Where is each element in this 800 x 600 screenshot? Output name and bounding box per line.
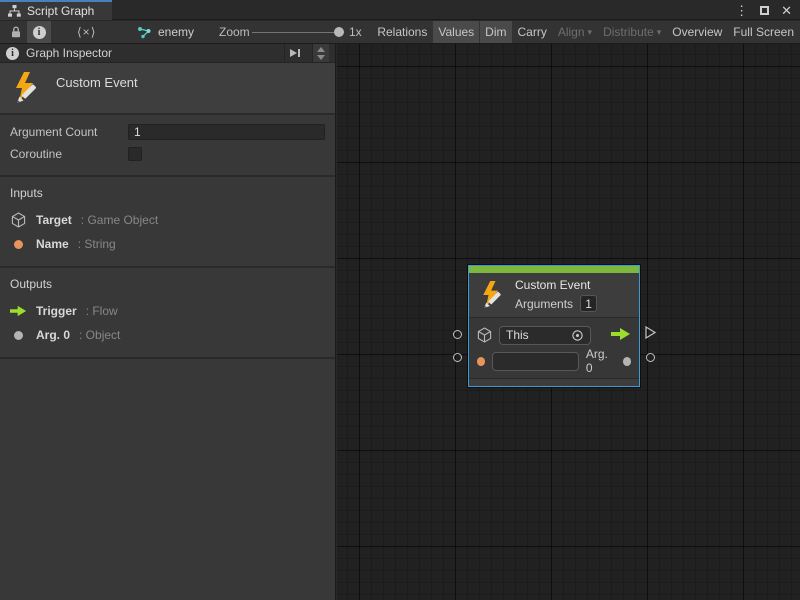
outputs-section: Outputs Trigger : Flow Arg. 0 : Object <box>0 268 335 357</box>
custom-event-node[interactable]: Custom Event Arguments 1 This <box>468 265 640 387</box>
tab-label: Script Graph <box>27 4 94 18</box>
string-dot-icon <box>10 240 27 249</box>
dim-button[interactable]: Dim <box>480 21 511 43</box>
script-graph-window: Script Graph ⋮ ✕ i ⟨×⟩ enemy <box>0 0 800 600</box>
dock-right-icon <box>289 47 301 59</box>
full-screen-button[interactable]: Full Screen <box>728 21 799 43</box>
output-port-trigger[interactable] <box>645 326 656 342</box>
node-target-row: This <box>477 325 631 345</box>
window-controls: ⋮ ✕ <box>735 0 792 20</box>
target-dropdown[interactable]: This <box>499 326 591 345</box>
coroutine-checkbox[interactable] <box>128 147 142 161</box>
flow-arrow-icon <box>611 328 631 340</box>
window-menu-icon[interactable]: ⋮ <box>735 4 748 17</box>
node-title: Custom Event <box>515 278 597 292</box>
input-port-name[interactable] <box>453 353 462 362</box>
target-value: This <box>506 328 567 342</box>
dock-side-button[interactable] <box>284 44 305 62</box>
node-accent-bar <box>469 266 639 273</box>
port-row-name: Name : String <box>10 232 325 256</box>
arguments-count-field[interactable]: 1 <box>580 295 597 312</box>
close-icon[interactable]: ✕ <box>781 4 792 17</box>
game-object-cube-icon <box>10 212 27 228</box>
node-arguments-row: Arguments 1 <box>515 295 597 312</box>
graph-inspector-title: Graph Inspector <box>26 46 112 60</box>
unit-title: Custom Event <box>56 75 138 90</box>
flow-port-triangle-icon <box>645 326 656 339</box>
inspector-empty-area <box>0 359 335 600</box>
toolbar-buttons: Relations Values Dim Carry Align ▾ Distr… <box>372 21 799 43</box>
values-button[interactable]: Values <box>433 21 479 43</box>
graph-canvas[interactable]: Custom Event Arguments 1 This <box>337 44 800 600</box>
game-object-cube-icon <box>477 327 492 343</box>
script-graph-icon <box>137 26 152 39</box>
port-row-trigger: Trigger : Flow <box>10 299 325 323</box>
node-footer <box>469 378 639 386</box>
graph-inspector-panel: i Graph Inspector Custom Event <box>0 44 336 600</box>
lock-button[interactable] <box>4 21 28 43</box>
graph-inspector-header: i Graph Inspector <box>0 44 335 63</box>
relations-button[interactable]: Relations <box>372 21 432 43</box>
chevron-down-icon: ▾ <box>657 27 662 38</box>
object-dot-icon <box>10 331 27 340</box>
scroll-down-icon[interactable] <box>317 55 325 60</box>
zoom-label: Zoom <box>219 21 250 43</box>
argument-count-label: Argument Count <box>10 125 128 139</box>
scroll-up-icon[interactable] <box>317 47 325 52</box>
node-name-row: Arg. 0 <box>477 351 631 371</box>
name-input-field[interactable] <box>492 352 579 371</box>
chevron-down-icon: ▾ <box>588 27 593 38</box>
info-icon: i <box>6 47 19 60</box>
unit-settings: Argument Count 1 Coroutine <box>0 115 335 175</box>
maximize-icon[interactable] <box>760 6 769 15</box>
outputs-title: Outputs <box>10 277 325 291</box>
coroutine-label: Coroutine <box>10 147 128 161</box>
trigger-output-port[interactable] <box>611 328 631 343</box>
input-port-target[interactable] <box>453 330 462 339</box>
custom-event-icon <box>478 280 506 310</box>
port-row-arg0: Arg. 0 : Object <box>10 323 325 347</box>
arg0-label: Arg. 0 <box>586 347 616 375</box>
node-body: This Arg. 0 <box>469 317 639 378</box>
zoom-slider-track[interactable] <box>252 32 344 33</box>
object-picker-icon[interactable] <box>571 329 584 342</box>
argument-count-row: Argument Count 1 <box>10 122 325 142</box>
node-header[interactable]: Custom Event Arguments 1 <box>469 273 639 317</box>
arg0-output-port[interactable] <box>623 357 631 366</box>
title-bar: Script Graph ⋮ ✕ <box>0 0 800 20</box>
inputs-title: Inputs <box>10 186 325 200</box>
coroutine-row: Coroutine <box>10 144 325 164</box>
tab-script-graph[interactable]: Script Graph <box>0 0 112 20</box>
lock-icon <box>9 25 23 39</box>
graph-toolbar: i ⟨×⟩ enemy Zoom 1x Relations Values Dim… <box>0 21 800 44</box>
panel-scroll-stepper[interactable] <box>312 44 329 62</box>
zoom-slider[interactable] <box>252 21 344 43</box>
variables-toggle-button[interactable]: ⟨×⟩ <box>72 21 101 43</box>
inspector-toggle-button[interactable]: i <box>27 21 51 43</box>
overview-button[interactable]: Overview <box>667 21 727 43</box>
inputs-section: Inputs Target : Game Object Name : Strin… <box>0 177 335 266</box>
output-port-arg0[interactable] <box>646 353 655 362</box>
arguments-label: Arguments <box>515 297 573 311</box>
zoom-value: 1x <box>349 21 362 43</box>
custom-event-icon <box>10 71 42 105</box>
unit-header: Custom Event <box>0 63 335 113</box>
align-dropdown[interactable]: Align ▾ <box>553 21 597 43</box>
carry-button[interactable]: Carry <box>513 21 552 43</box>
breadcrumb-label: enemy <box>158 25 194 39</box>
string-dot-icon[interactable] <box>477 357 485 366</box>
node-header-text: Custom Event Arguments 1 <box>515 278 597 312</box>
breadcrumb[interactable]: enemy <box>137 21 194 43</box>
hierarchy-icon <box>8 5 21 17</box>
port-row-target: Target : Game Object <box>10 208 325 232</box>
info-icon: i <box>33 26 46 39</box>
distribute-dropdown[interactable]: Distribute ▾ <box>598 21 666 43</box>
flow-arrow-icon <box>10 305 27 317</box>
argument-count-field[interactable]: 1 <box>128 124 325 140</box>
zoom-slider-handle[interactable] <box>334 27 344 37</box>
